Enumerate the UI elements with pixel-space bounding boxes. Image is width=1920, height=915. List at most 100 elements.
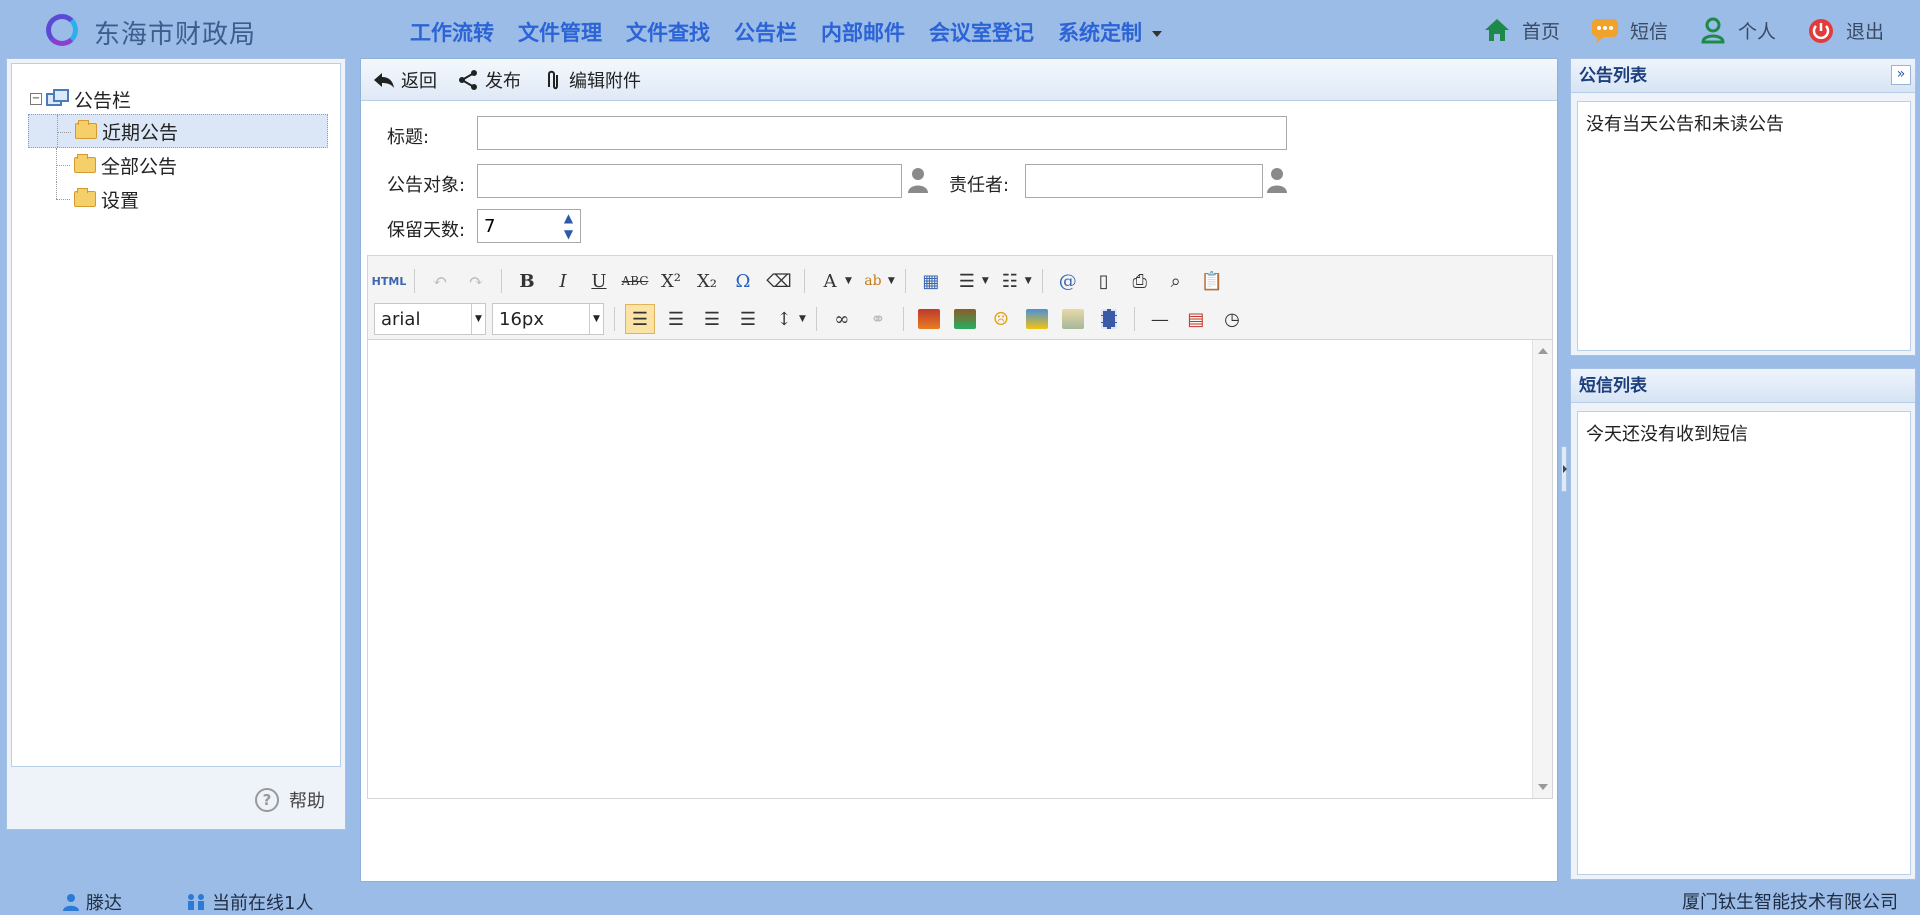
bold-icon[interactable]: B [512, 266, 542, 296]
chevron-down-icon: ▼ [589, 304, 603, 334]
tree-item-settings[interactable]: 设置 [28, 182, 328, 216]
date-icon[interactable]: ▤ [1181, 304, 1211, 334]
align-right-icon[interactable]: ☰ [697, 304, 727, 334]
nav-bulletin[interactable]: 公告栏 [734, 17, 797, 47]
back-button[interactable]: 返回 [373, 67, 437, 93]
underline-icon[interactable]: U [584, 266, 614, 296]
notice-list-panel: 公告列表 » 没有当天公告和未读公告 [1570, 58, 1916, 356]
chevron-down-icon[interactable]: ▼ [1025, 276, 1032, 286]
step-up-icon[interactable]: ▲ [557, 210, 580, 226]
tree-item-recent[interactable]: 近期公告 [28, 114, 328, 148]
scroll-down-icon[interactable] [1538, 784, 1548, 790]
superscript-icon[interactable]: X² [656, 266, 686, 296]
align-left-icon[interactable]: ☰ [625, 304, 655, 334]
sms-list-empty: 今天还没有收到短信 [1586, 424, 1748, 445]
editor-toolbar: HTML ↶ ↷ B I U ABC X² X₂ Ω ⌫ A ▼ ab ▼ ▦ ☰ ▼… [368, 256, 1552, 340]
unordered-list-icon[interactable]: ☷ [995, 266, 1025, 296]
owner-input[interactable] [1025, 164, 1263, 198]
font-family-select[interactable]: arial ▼ [374, 303, 486, 335]
align-center-icon[interactable]: ☰ [661, 304, 691, 334]
select-person-icon[interactable] [906, 166, 930, 194]
chevron-down-icon[interactable]: ▼ [845, 276, 852, 286]
nav-workflow[interactable]: 工作流转 [410, 17, 494, 47]
target-input[interactable] [477, 164, 902, 198]
current-user[interactable]: 滕达 [62, 889, 122, 915]
emoticon-icon[interactable]: ☹ [986, 304, 1016, 334]
tree-item-all[interactable]: 全部公告 [28, 148, 328, 182]
tree-root-label: 公告栏 [74, 89, 132, 112]
tree-collapse-icon[interactable]: − [30, 93, 42, 105]
preview-icon[interactable]: ⌕ [1161, 266, 1191, 296]
retain-days-input[interactable] [477, 209, 559, 243]
anchor-icon[interactable]: @ [1053, 266, 1083, 296]
profile-link[interactable]: 个人 [1698, 15, 1776, 45]
highlight-icon[interactable]: ab [858, 266, 888, 296]
italic-icon[interactable]: I [548, 266, 578, 296]
font-color-icon[interactable]: A [815, 266, 845, 296]
edit-attachments-button[interactable]: 编辑附件 [541, 67, 641, 93]
strikethrough-icon[interactable]: ABC [620, 266, 650, 296]
image-icon[interactable] [914, 304, 944, 334]
undo-icon[interactable]: ↶ [425, 266, 455, 296]
horizontal-rule-icon[interactable]: — [1145, 304, 1175, 334]
font-size-select[interactable]: 16px ▼ [492, 303, 604, 335]
editor-toolbar-row-2: arial ▼ 16px ▼ ☰ ☰ ☰ ☰ ↕ ▼ ∞ ⚭ ☹ — ▤ ◷ [374, 302, 1247, 336]
publish-button[interactable]: 发布 [457, 67, 521, 93]
publish-label: 发布 [485, 70, 521, 92]
nav-system-custom[interactable]: 系统定制 [1058, 17, 1162, 47]
title-label: 标题: [387, 127, 430, 148]
new-document-icon[interactable]: ▯ [1089, 266, 1119, 296]
subscript-icon[interactable]: X₂ [692, 266, 722, 296]
target-label: 公告对象: [387, 175, 466, 196]
select-owner-icon[interactable] [1265, 166, 1289, 194]
redo-icon[interactable]: ↷ [461, 266, 491, 296]
eraser-icon[interactable]: ⌫ [764, 266, 794, 296]
logout-link[interactable]: 退出 [1806, 15, 1884, 45]
home-link[interactable]: 首页 [1482, 15, 1560, 45]
editor-toolbar-row-1: HTML ↶ ↷ B I U ABC X² X₂ Ω ⌫ A ▼ ab ▼ ▦ ☰ ▼… [372, 264, 1227, 298]
online-count[interactable]: 当前在线1人 [186, 889, 313, 915]
print-icon[interactable]: ⎙ [1125, 266, 1155, 296]
chevron-down-icon[interactable]: ▼ [888, 276, 895, 286]
scrawl-icon[interactable] [1058, 304, 1088, 334]
step-down-icon[interactable]: ▼ [557, 226, 580, 242]
paste-icon[interactable]: 📋 [1197, 266, 1227, 296]
chevron-down-icon[interactable]: ▼ [799, 314, 806, 324]
bulletin-tree: − 公告栏 近期公告 全部公告 设置 [28, 84, 328, 216]
sms-link[interactable]: 短信 [1590, 15, 1668, 45]
retain-days-stepper[interactable]: ▲ ▼ [557, 209, 581, 243]
unlink-icon[interactable]: ⚭ [863, 304, 893, 334]
special-char-icon[interactable]: Ω [728, 266, 758, 296]
nav-meeting-room[interactable]: 会议室登记 [929, 17, 1034, 47]
nav-file-management[interactable]: 文件管理 [518, 17, 602, 47]
notice-list-title: 公告列表 [1571, 59, 1915, 93]
chevron-down-icon[interactable]: ▼ [982, 276, 989, 286]
double-chevron-right-icon[interactable]: » [1891, 65, 1911, 85]
link-icon[interactable]: ∞ [827, 304, 857, 334]
align-justify-icon[interactable]: ☰ [733, 304, 763, 334]
video-icon[interactable] [1094, 304, 1124, 334]
tree-root[interactable]: − 公告栏 [30, 84, 328, 114]
ordered-list-icon[interactable]: ☰ [952, 266, 982, 296]
html-source-icon[interactable]: HTML [372, 266, 407, 296]
table-icon[interactable]: ▦ [916, 266, 946, 296]
editor-content[interactable] [368, 340, 1552, 798]
right-panel-toggle[interactable] [1561, 446, 1567, 492]
nav-system-custom-label: 系统定制 [1058, 21, 1142, 45]
title-input[interactable] [477, 116, 1287, 150]
gallery-icon[interactable] [1022, 304, 1052, 334]
insert-image-icon[interactable] [950, 304, 980, 334]
scroll-up-icon[interactable] [1538, 348, 1548, 354]
help-label: 帮助 [289, 791, 325, 812]
folder-icon [75, 120, 97, 139]
line-height-icon[interactable]: ↕ [769, 304, 799, 334]
back-label: 返回 [401, 70, 437, 92]
nav-internal-mail[interactable]: 内部邮件 [821, 17, 905, 47]
editor-scrollbar[interactable] [1532, 340, 1552, 798]
profile-link-label: 个人 [1737, 20, 1776, 43]
nav-file-search[interactable]: 文件查找 [626, 17, 710, 47]
time-icon[interactable]: ◷ [1217, 304, 1247, 334]
app-logo [46, 14, 78, 46]
help-button[interactable]: ? 帮助 [255, 787, 325, 813]
sms-list-body: 今天还没有收到短信 [1577, 411, 1911, 875]
